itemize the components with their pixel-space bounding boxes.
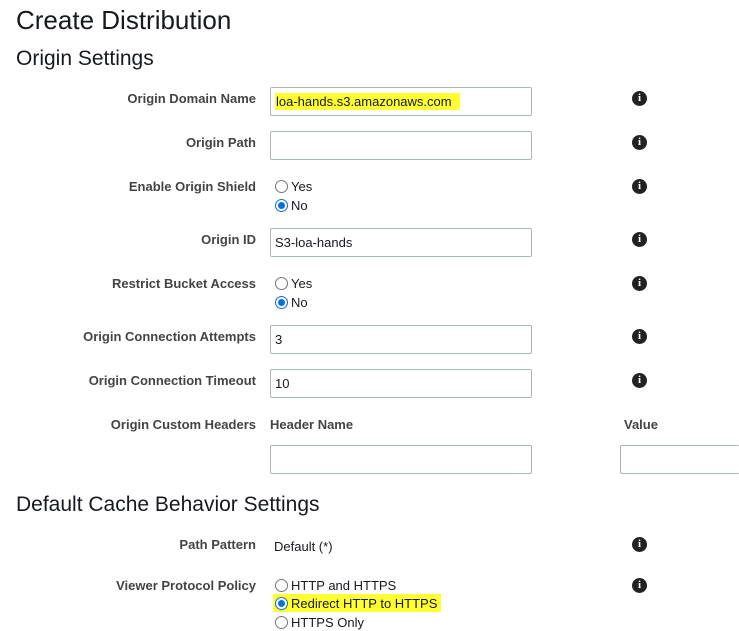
origin-shield-no-label: No [291, 197, 308, 213]
info-icon[interactable]: i [632, 537, 647, 552]
origin-connection-attempts-label: Origin Connection Attempts [83, 329, 256, 344]
origin-custom-headers-label: Origin Custom Headers [110, 417, 256, 432]
viewer-protocol-http-https-option[interactable]: HTTP and HTTPS [275, 576, 396, 594]
restrict-bucket-no-option[interactable]: No [275, 293, 308, 311]
origin-id-input[interactable]: S3-loa-hands [270, 228, 532, 257]
info-icon[interactable]: i [632, 179, 647, 194]
header-value-input[interactable] [620, 445, 739, 474]
origin-connection-timeout-input[interactable]: 10 [270, 369, 532, 398]
origin-shield-no-radio[interactable] [275, 198, 288, 212]
origin-settings-heading: Origin Settings [16, 47, 154, 70]
info-icon[interactable]: i [632, 276, 647, 291]
restrict-bucket-yes-radio[interactable] [275, 276, 288, 290]
info-icon[interactable]: i [632, 91, 647, 106]
origin-id-label: Origin ID [201, 232, 256, 247]
restrict-bucket-no-radio[interactable] [275, 295, 288, 309]
origin-shield-yes-option[interactable]: Yes [275, 177, 312, 195]
enable-origin-shield-label: Enable Origin Shield [128, 179, 256, 194]
viewer-protocol-redirect-label: Redirect HTTP to HTTPS [291, 595, 438, 611]
path-pattern-label: Path Pattern [179, 537, 256, 552]
origin-shield-yes-label: Yes [291, 178, 313, 194]
origin-domain-name-value: loa-hands.s3.amazonaws.com [275, 93, 460, 110]
origin-shield-yes-radio[interactable] [275, 179, 288, 193]
info-icon[interactable]: i [632, 329, 647, 344]
origin-connection-timeout-label: Origin Connection Timeout [88, 373, 256, 388]
origin-path-label: Origin Path [185, 135, 256, 150]
restrict-bucket-yes-option[interactable]: Yes [275, 274, 312, 292]
info-icon[interactable]: i [632, 373, 647, 388]
cache-behavior-heading: Default Cache Behavior Settings [16, 493, 320, 516]
origin-connection-attempts-input[interactable]: 3 [270, 325, 532, 354]
origin-path-input[interactable] [270, 131, 532, 160]
viewer-protocol-https-only-option[interactable]: HTTPS Only [275, 613, 364, 631]
origin-shield-no-option[interactable]: No [275, 196, 308, 214]
viewer-protocol-http-https-radio[interactable] [275, 578, 288, 592]
origin-domain-name-input[interactable]: loa-hands.s3.amazonaws.com [270, 87, 532, 116]
info-icon[interactable]: i [632, 135, 647, 150]
restrict-bucket-yes-label: Yes [291, 275, 313, 291]
viewer-protocol-redirect-radio[interactable] [275, 596, 288, 610]
value-column-heading: Value [624, 417, 658, 432]
viewer-protocol-https-only-label: HTTPS Only [291, 614, 364, 630]
origin-domain-name-label: Origin Domain Name [127, 91, 256, 106]
info-icon[interactable]: i [632, 232, 647, 247]
header-name-column-heading: Header Name [270, 417, 354, 432]
viewer-protocol-policy-label: Viewer Protocol Policy [116, 578, 256, 593]
viewer-protocol-http-https-label: HTTP and HTTPS [291, 577, 397, 593]
restrict-bucket-access-label: Restrict Bucket Access [111, 276, 256, 291]
header-name-input[interactable] [270, 445, 532, 474]
restrict-bucket-no-label: No [291, 294, 308, 310]
viewer-protocol-redirect-option[interactable]: Redirect HTTP to HTTPS [273, 594, 442, 612]
info-icon[interactable]: i [632, 578, 647, 593]
viewer-protocol-https-only-radio[interactable] [275, 615, 288, 629]
page-title: Create Distribution [16, 5, 232, 35]
path-pattern-value: Default (*) [274, 539, 333, 554]
